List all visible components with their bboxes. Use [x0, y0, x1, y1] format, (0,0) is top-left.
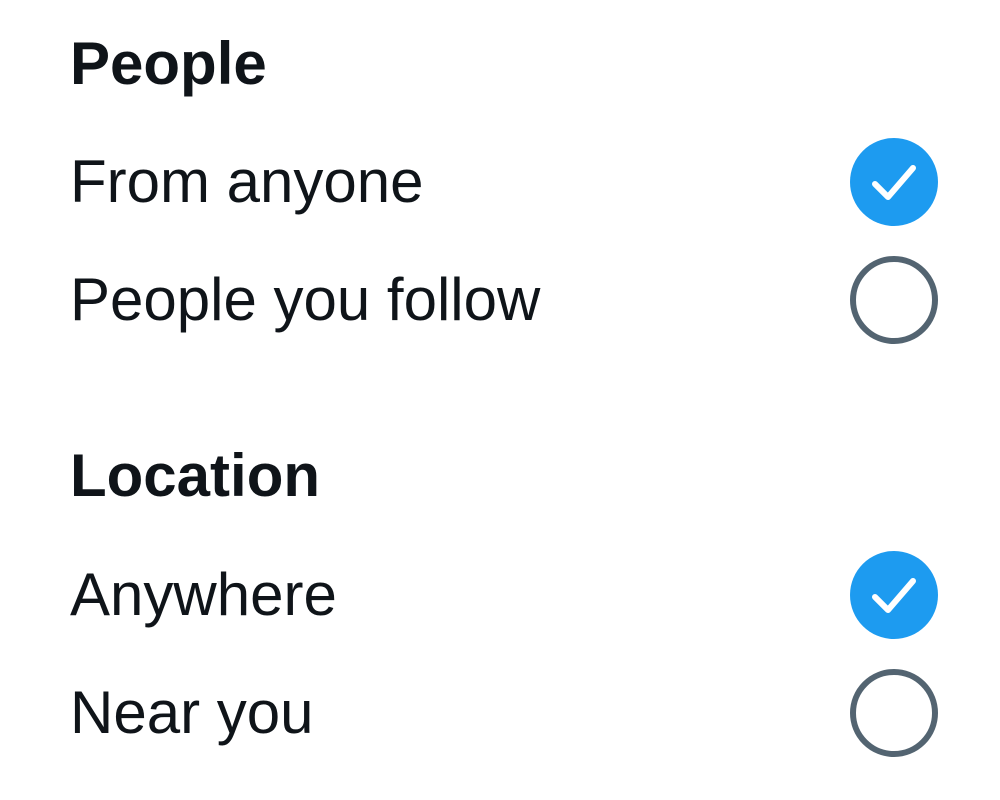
option-people-you-follow[interactable]: People you follow — [70, 245, 938, 355]
option-from-anyone[interactable]: From anyone — [70, 127, 938, 237]
option-anywhere[interactable]: Anywhere — [70, 540, 938, 650]
radio-unchecked-icon[interactable] — [850, 669, 938, 757]
people-section-title: People — [70, 30, 267, 97]
option-label: Anywhere — [70, 561, 337, 628]
radio-unchecked-icon[interactable] — [850, 256, 938, 344]
radio-checked-icon[interactable] — [850, 551, 938, 639]
option-label: People you follow — [70, 266, 541, 333]
radio-checked-icon[interactable] — [850, 138, 938, 226]
location-section-title: Location — [70, 442, 320, 509]
option-near-you[interactable]: Near you — [70, 658, 938, 768]
option-label: Near you — [70, 679, 314, 746]
search-filters-panel: People From anyone People you follow Loc… — [0, 0, 1000, 800]
option-label: From anyone — [70, 148, 424, 215]
